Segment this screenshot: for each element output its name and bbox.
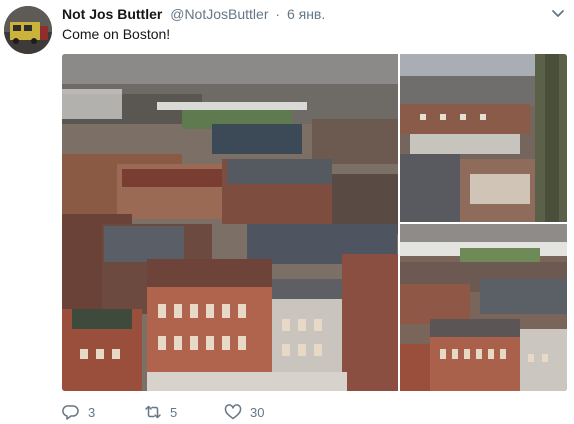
separator-dot: · <box>275 6 281 22</box>
media-grid <box>62 54 567 391</box>
aerial-town-church-tower-photo[interactable] <box>400 54 567 222</box>
like-count: 30 <box>250 404 265 420</box>
reply-button[interactable]: 3 <box>62 402 95 422</box>
retweet-count: 5 <box>170 404 178 420</box>
reply-count: 3 <box>88 404 96 420</box>
heart-icon <box>224 404 242 420</box>
avatar[interactable] <box>4 6 52 54</box>
retweet-button[interactable]: 5 <box>144 402 177 422</box>
tweet-text: Come on Boston! <box>62 26 171 42</box>
user-handle[interactable]: @NotJosButtler <box>170 6 268 22</box>
aerial-town-photo[interactable] <box>62 54 398 391</box>
aerial-town-stadium-photo[interactable] <box>400 224 567 391</box>
tweet-header: Not Jos Buttler @NotJosButtler · 6 янв. <box>62 6 544 24</box>
chevron-down-icon[interactable] <box>550 6 566 22</box>
display-name[interactable]: Not Jos Buttler <box>62 6 162 22</box>
tweet-timestamp[interactable]: 6 янв. <box>287 6 325 22</box>
like-button[interactable]: 30 <box>224 402 264 422</box>
reply-icon <box>62 405 79 420</box>
retweet-icon <box>145 405 161 419</box>
